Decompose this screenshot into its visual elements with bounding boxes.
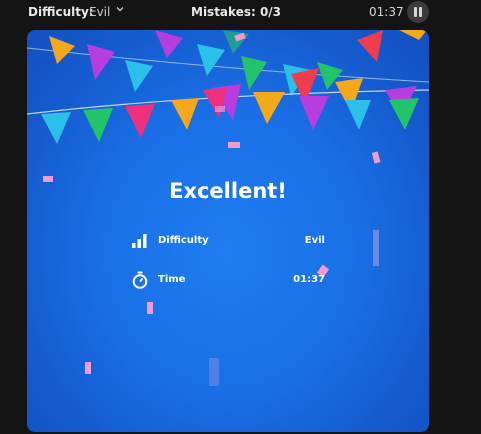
pause-icon — [414, 7, 417, 17]
stat-value: Evil — [304, 235, 325, 246]
game-header: Difficulty: Evil Mistakes: 0/3 01:37 — [0, 0, 481, 26]
difficulty-label: Difficulty: — [28, 5, 94, 19]
game-timer: 01:37 — [369, 5, 404, 19]
chevron-down-icon[interactable] — [115, 4, 125, 14]
confetti — [43, 32, 381, 386]
mistakes-counter: Mistakes: 0/3 — [191, 5, 282, 19]
stat-value: 01:37 — [293, 274, 325, 285]
stat-row-difficulty: Difficulty Evil — [131, 232, 325, 252]
bar-chart-icon — [132, 234, 147, 248]
stopwatch-icon — [132, 271, 148, 289]
stat-label: Time — [158, 274, 186, 285]
completion-card: Excellent! Difficulty Evil Time 01:37 — [27, 30, 429, 432]
stat-label: Difficulty — [158, 235, 209, 246]
stat-row-time: Time 01:37 — [131, 271, 325, 291]
pause-button[interactable] — [407, 1, 429, 23]
difficulty-selector[interactable]: Evil — [89, 5, 110, 19]
result-title: Excellent! — [169, 179, 287, 203]
